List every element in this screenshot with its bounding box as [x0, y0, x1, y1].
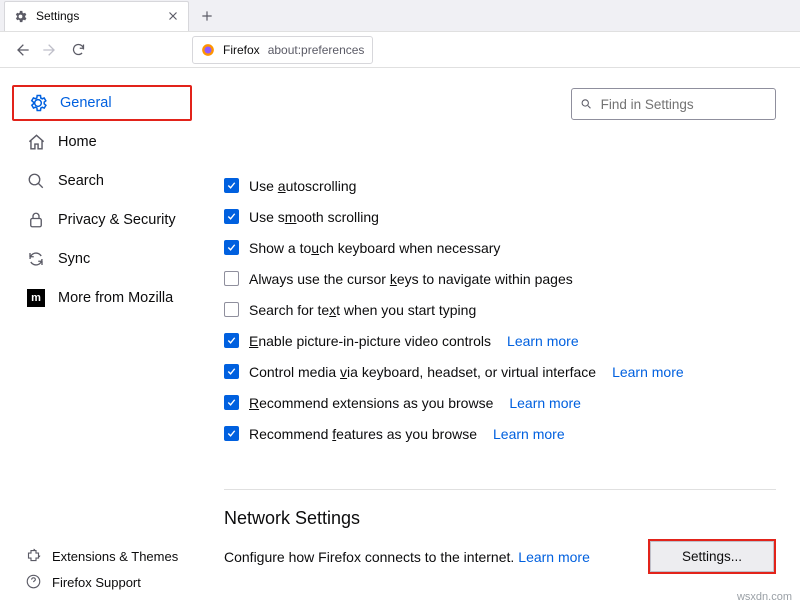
learn-more-link[interactable]: Learn more [493, 426, 565, 442]
checkbox-checked-icon[interactable] [224, 178, 239, 193]
sidebar-link-label: Firefox Support [52, 575, 141, 590]
gear-icon [13, 9, 28, 24]
network-settings-button[interactable]: Settings... [650, 541, 774, 572]
question-icon [26, 574, 42, 590]
url-box[interactable]: Firefox about:preferences [192, 36, 373, 64]
sidebar-link-extensions[interactable]: Extensions & Themes [0, 543, 200, 569]
search-input[interactable] [599, 96, 767, 113]
checkbox-unchecked-icon[interactable] [224, 271, 239, 286]
firefox-icon [201, 43, 215, 57]
find-in-settings[interactable] [571, 88, 776, 120]
option-search-text[interactable]: Search for text when you start typing [224, 294, 776, 325]
search-icon [580, 97, 593, 111]
option-autoscroll[interactable]: Use autoscrolling [224, 170, 776, 201]
option-smooth-scroll[interactable]: Use smooth scrolling [224, 201, 776, 232]
checkbox-checked-icon[interactable] [224, 364, 239, 379]
option-recommend-features[interactable]: Recommend features as you browse Learn m… [224, 418, 776, 449]
section-divider [224, 489, 776, 490]
puzzle-icon [26, 548, 42, 564]
sidebar-item-label: General [60, 95, 112, 111]
sidebar-item-general[interactable]: General [12, 85, 192, 121]
sidebar-item-more-mozilla[interactable]: m More from Mozilla [12, 280, 192, 316]
search-icon [26, 171, 46, 191]
option-label: Search for text when you start typing [249, 302, 476, 318]
section-title: Network Settings [224, 508, 776, 529]
new-tab-button[interactable] [193, 2, 221, 30]
option-cursor-keys[interactable]: Always use the cursor keys to navigate w… [224, 263, 776, 294]
option-label: Recommend extensions as you browse [249, 395, 493, 411]
lock-icon [26, 210, 46, 230]
sidebar-item-home[interactable]: Home [12, 124, 192, 160]
reload-icon [71, 42, 86, 57]
option-touch-keyboard[interactable]: Show a touch keyboard when necessary [224, 232, 776, 263]
sidebar-item-label: Sync [58, 251, 90, 267]
browsing-options: Use autoscrolling Use smooth scrolling S… [224, 170, 776, 449]
tab-strip: Settings [0, 0, 800, 32]
highlight-box: Settings... [648, 539, 776, 574]
sidebar-item-sync[interactable]: Sync [12, 241, 192, 277]
sync-icon [26, 249, 46, 269]
sidebar-link-label: Extensions & Themes [52, 549, 178, 564]
forward-arrow-icon [42, 42, 58, 58]
mozilla-icon: m [26, 288, 46, 308]
section-description: Configure how Firefox connects to the in… [224, 549, 514, 565]
checkbox-checked-icon[interactable] [224, 209, 239, 224]
sidebar: General Home Search Privacy & Security S… [0, 68, 200, 609]
main-panel: Use autoscrolling Use smooth scrolling S… [200, 68, 800, 609]
sidebar-item-label: Privacy & Security [58, 212, 176, 228]
option-pip[interactable]: Enable picture-in-picture video controls… [224, 325, 776, 356]
home-icon [26, 132, 46, 152]
checkbox-checked-icon[interactable] [224, 333, 239, 348]
url-path: about:preferences [268, 43, 365, 57]
back-arrow-icon [14, 42, 30, 58]
plus-icon [200, 9, 214, 23]
tab-title: Settings [36, 9, 166, 23]
option-label: Use smooth scrolling [249, 209, 379, 225]
learn-more-link[interactable]: Learn more [518, 549, 590, 565]
checkbox-unchecked-icon[interactable] [224, 302, 239, 317]
checkbox-checked-icon[interactable] [224, 240, 239, 255]
gear-icon [28, 93, 48, 113]
toolbar: Firefox about:preferences [0, 32, 800, 68]
sidebar-link-support[interactable]: Firefox Support [0, 569, 200, 595]
option-label: Control media via keyboard, headset, or … [249, 364, 596, 380]
option-label: Show a touch keyboard when necessary [249, 240, 500, 256]
sidebar-item-label: Home [58, 134, 97, 150]
watermark: wsxdn.com [737, 591, 792, 603]
sidebar-item-label: Search [58, 173, 104, 189]
option-control-media[interactable]: Control media via keyboard, headset, or … [224, 356, 776, 387]
option-label: Recommend features as you browse [249, 426, 477, 442]
learn-more-link[interactable]: Learn more [507, 333, 579, 349]
option-label: Always use the cursor keys to navigate w… [249, 271, 573, 287]
url-label: Firefox [223, 43, 260, 57]
network-section: Network Settings Configure how Firefox c… [224, 508, 776, 574]
close-icon[interactable] [166, 9, 180, 23]
checkbox-checked-icon[interactable] [224, 426, 239, 441]
forward-button[interactable] [36, 36, 64, 64]
option-label: Enable picture-in-picture video controls [249, 333, 491, 349]
checkbox-checked-icon[interactable] [224, 395, 239, 410]
sidebar-item-search[interactable]: Search [12, 163, 192, 199]
learn-more-link[interactable]: Learn more [612, 364, 684, 380]
learn-more-link[interactable]: Learn more [509, 395, 581, 411]
back-button[interactable] [8, 36, 36, 64]
content-area: General Home Search Privacy & Security S… [0, 68, 800, 609]
option-recommend-extensions[interactable]: Recommend extensions as you browse Learn… [224, 387, 776, 418]
reload-button[interactable] [64, 36, 92, 64]
sidebar-item-privacy[interactable]: Privacy & Security [12, 202, 192, 238]
sidebar-item-label: More from Mozilla [58, 290, 173, 306]
tab-settings[interactable]: Settings [4, 1, 189, 31]
option-label: Use autoscrolling [249, 178, 356, 194]
